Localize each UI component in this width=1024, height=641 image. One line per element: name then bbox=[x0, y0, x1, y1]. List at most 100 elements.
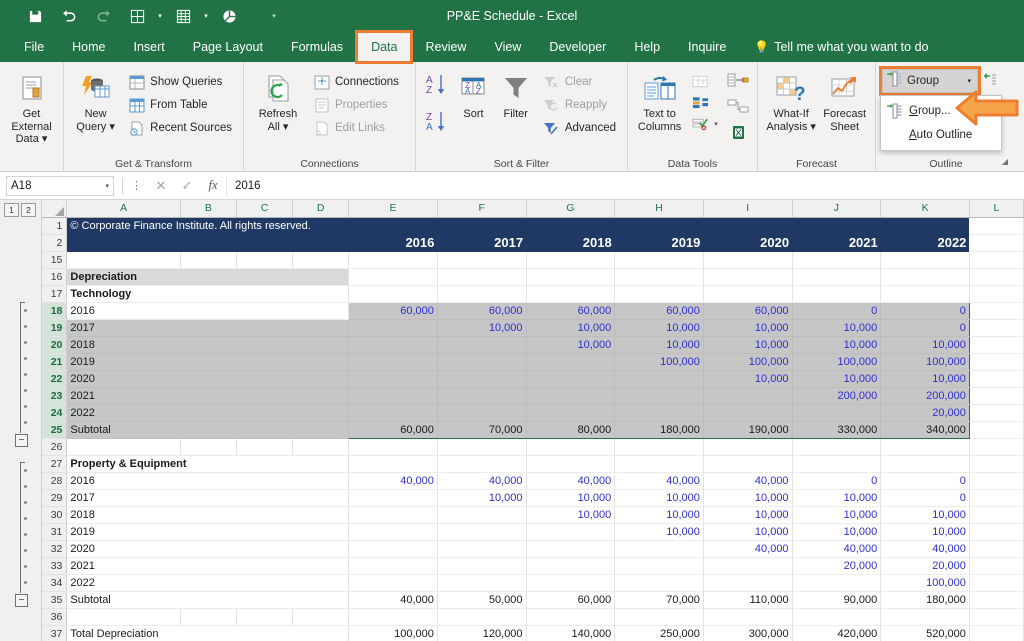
value-cell[interactable]: 0 bbox=[792, 303, 881, 320]
value-cell[interactable]: 100,000 bbox=[881, 354, 970, 371]
grid-cell[interactable] bbox=[437, 456, 526, 473]
column-header-g[interactable]: G bbox=[526, 200, 615, 218]
sort-button[interactable]: ZAAZ Sort bbox=[453, 69, 493, 124]
row-header[interactable]: 20 bbox=[42, 337, 67, 354]
grid-cell[interactable] bbox=[526, 456, 615, 473]
year-header-cell[interactable]: 2018 bbox=[526, 235, 615, 252]
value-cell[interactable]: 50,000 bbox=[437, 592, 526, 609]
grid-cell[interactable] bbox=[969, 235, 1023, 252]
value-cell[interactable] bbox=[526, 405, 615, 422]
table-row[interactable]: 17Technology bbox=[42, 286, 1024, 303]
value-cell[interactable]: 10,000 bbox=[526, 507, 615, 524]
table-row[interactable]: 22016201720182019202020212022 bbox=[42, 235, 1024, 252]
value-cell[interactable] bbox=[526, 354, 615, 371]
grid-cell[interactable] bbox=[792, 609, 881, 626]
value-cell[interactable]: 70,000 bbox=[437, 422, 526, 439]
value-cell[interactable]: 60,000 bbox=[526, 592, 615, 609]
table-row[interactable]: 18201660,00060,00060,00060,00060,00000 bbox=[42, 303, 1024, 320]
grid-cell[interactable] bbox=[881, 609, 970, 626]
row-label-cell[interactable]: 2021 bbox=[67, 388, 349, 405]
new-query-button[interactable]: NewQuery ▾ bbox=[70, 69, 121, 136]
value-cell[interactable] bbox=[615, 558, 704, 575]
tab-home[interactable]: Home bbox=[58, 32, 119, 62]
value-cell[interactable]: 100,000 bbox=[792, 354, 881, 371]
grid-cell[interactable] bbox=[969, 388, 1023, 405]
value-cell[interactable] bbox=[437, 354, 526, 371]
value-cell[interactable]: 10,000 bbox=[526, 337, 615, 354]
grid-cell[interactable] bbox=[236, 439, 292, 456]
value-cell[interactable] bbox=[437, 558, 526, 575]
formula-input[interactable]: 2016 bbox=[226, 176, 1024, 196]
table-row[interactable]: 16Depreciation bbox=[42, 269, 1024, 286]
row-header[interactable]: 31 bbox=[42, 524, 67, 541]
grid-cell[interactable] bbox=[615, 609, 704, 626]
value-cell[interactable] bbox=[437, 405, 526, 422]
grid-cell[interactable] bbox=[969, 252, 1023, 269]
grid-cell[interactable] bbox=[703, 439, 792, 456]
table-row[interactable]: 36 bbox=[42, 609, 1024, 626]
value-cell[interactable]: 40,000 bbox=[703, 473, 792, 490]
grid-cell[interactable] bbox=[792, 252, 881, 269]
value-cell[interactable]: 10,000 bbox=[703, 490, 792, 507]
value-cell[interactable]: 10,000 bbox=[703, 337, 792, 354]
grid-cell[interactable] bbox=[969, 354, 1023, 371]
row-label-cell[interactable]: 2018 bbox=[67, 507, 349, 524]
year-header-cell[interactable]: 2017 bbox=[437, 235, 526, 252]
row-header[interactable]: 36 bbox=[42, 609, 67, 626]
grid-cell[interactable] bbox=[615, 252, 704, 269]
get-external-data-button[interactable]: Get ExternalData ▾ bbox=[6, 69, 57, 149]
value-cell[interactable]: 80,000 bbox=[526, 422, 615, 439]
value-cell[interactable]: 10,000 bbox=[703, 524, 792, 541]
value-cell[interactable] bbox=[792, 575, 881, 592]
tab-insert[interactable]: Insert bbox=[120, 32, 179, 62]
grid-cell[interactable] bbox=[969, 626, 1023, 641]
column-header-e[interactable]: E bbox=[349, 200, 438, 218]
grid-cell[interactable] bbox=[615, 269, 704, 286]
grid-cell[interactable] bbox=[969, 541, 1023, 558]
table-row[interactable]: 29201710,00010,00010,00010,00010,0000 bbox=[42, 490, 1024, 507]
chevron-down-icon[interactable]: ▾ bbox=[105, 182, 109, 190]
value-cell[interactable] bbox=[792, 405, 881, 422]
value-cell[interactable]: 40,000 bbox=[792, 541, 881, 558]
row-label-cell[interactable]: Subtotal bbox=[67, 422, 349, 439]
grid-cell[interactable] bbox=[969, 405, 1023, 422]
grid-cell[interactable] bbox=[881, 252, 970, 269]
menu-item-group[interactable]: Group... bbox=[881, 99, 1001, 123]
row-header[interactable]: 27 bbox=[42, 456, 67, 473]
table-row[interactable]: 35Subtotal40,00050,00060,00070,000110,00… bbox=[42, 592, 1024, 609]
value-cell[interactable]: 180,000 bbox=[615, 422, 704, 439]
row-label-cell[interactable]: 2022 bbox=[67, 405, 349, 422]
value-cell[interactable]: 10,000 bbox=[526, 490, 615, 507]
grid-cell[interactable] bbox=[969, 592, 1023, 609]
sheet-icon[interactable] bbox=[166, 3, 200, 29]
grid-cell[interactable] bbox=[437, 269, 526, 286]
value-cell[interactable] bbox=[703, 558, 792, 575]
value-cell[interactable] bbox=[437, 575, 526, 592]
value-cell[interactable] bbox=[526, 524, 615, 541]
grid-cell[interactable] bbox=[969, 609, 1023, 626]
grid-cell[interactable] bbox=[526, 609, 615, 626]
remove-duplicates-button[interactable] bbox=[687, 94, 723, 112]
value-cell[interactable]: 10,000 bbox=[792, 524, 881, 541]
value-cell[interactable]: 40,000 bbox=[349, 473, 438, 490]
grid-cell[interactable] bbox=[615, 456, 704, 473]
table-row[interactable]: 28201640,00040,00040,00040,00040,00000 bbox=[42, 473, 1024, 490]
value-cell[interactable]: 10,000 bbox=[437, 490, 526, 507]
value-cell[interactable]: 60,000 bbox=[437, 303, 526, 320]
subsection-header-cell[interactable]: Property & Equipment bbox=[67, 456, 349, 473]
value-cell[interactable]: 60,000 bbox=[526, 303, 615, 320]
subsection-header-cell[interactable]: Technology bbox=[67, 286, 349, 303]
grid-cell[interactable] bbox=[969, 286, 1023, 303]
grid-cell[interactable] bbox=[180, 439, 236, 456]
grid-cell[interactable] bbox=[526, 269, 615, 286]
column-header-c[interactable]: C bbox=[236, 200, 292, 218]
tab-developer[interactable]: Developer bbox=[535, 32, 620, 62]
name-box[interactable]: A18 ▾ bbox=[6, 176, 114, 196]
relationships-button[interactable] bbox=[727, 99, 749, 119]
value-cell[interactable]: 10,000 bbox=[792, 337, 881, 354]
column-header-i[interactable]: I bbox=[703, 200, 792, 218]
value-cell[interactable]: 10,000 bbox=[881, 371, 970, 388]
tab-data[interactable]: Data bbox=[357, 32, 411, 62]
table-row[interactable]: 1© Corporate Finance Institute. All righ… bbox=[42, 218, 1024, 235]
row-label-cell[interactable]: 2022 bbox=[67, 575, 349, 592]
